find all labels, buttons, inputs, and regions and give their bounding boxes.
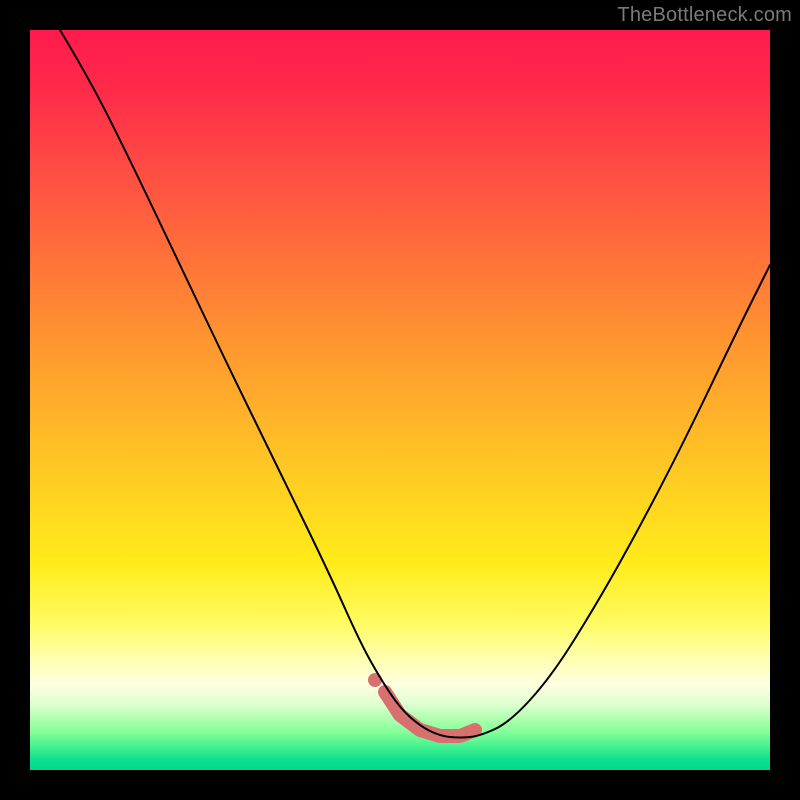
curve-layer: [30, 30, 770, 770]
chart-frame: TheBottleneck.com: [0, 0, 800, 800]
optimal-range-highlight: [385, 692, 475, 736]
bottleneck-curve: [60, 30, 770, 738]
highlight-marker: [368, 673, 382, 687]
plot-area: [30, 30, 770, 770]
watermark-text: TheBottleneck.com: [617, 4, 792, 27]
